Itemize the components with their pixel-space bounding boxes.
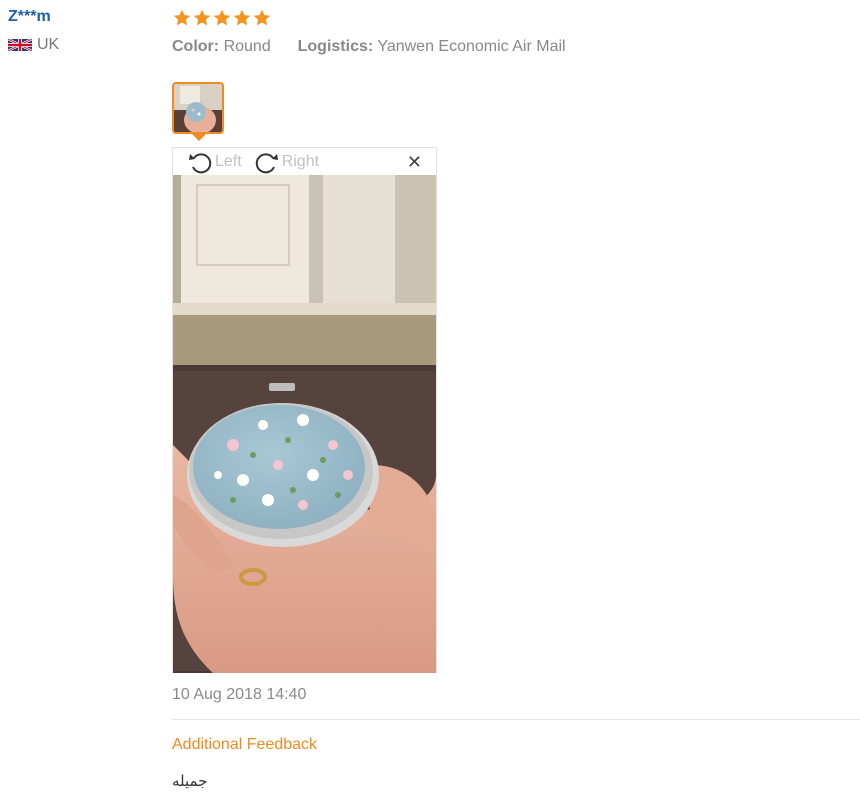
image-viewer: Left Right ✕ <box>172 147 437 673</box>
rotate-right-button[interactable]: Right <box>254 149 319 175</box>
country-name: UK <box>37 36 60 53</box>
rotate-left-label: Left <box>215 152 242 170</box>
star-icon <box>193 9 211 26</box>
rotate-right-icon <box>255 152 278 173</box>
thumbnail-pointer <box>192 134 206 141</box>
review-image-thumbnail[interactable] <box>172 82 224 134</box>
star-icon <box>173 9 191 26</box>
reviewer-country: UK <box>8 36 158 54</box>
rotate-left-button[interactable]: Left <box>187 149 242 175</box>
review-photo <box>173 175 436 673</box>
logistics-value: Yanwen Economic Air Mail <box>377 38 566 55</box>
reviewer-name[interactable]: Z***m <box>8 6 158 28</box>
color-value: Round <box>223 38 271 55</box>
rotate-right-label: Right <box>281 152 320 170</box>
thumbnail-image <box>174 84 222 132</box>
rotate-left-icon <box>189 152 212 173</box>
additional-feedback-title: Additional Feedback <box>172 736 317 753</box>
image-viewer-toolbar: Left Right ✕ <box>173 148 436 175</box>
logistics-label: Logistics: <box>297 38 374 55</box>
star-rating <box>172 8 272 28</box>
color-label: Color: <box>172 38 220 55</box>
star-icon <box>253 9 271 26</box>
review-attributes: Color: Round Logistics: Yanwen Economic … <box>172 38 566 56</box>
close-icon[interactable]: ✕ <box>407 152 422 172</box>
divider <box>172 719 860 720</box>
additional-feedback-text: جميله <box>172 773 208 790</box>
star-icon <box>213 9 231 26</box>
reviewer-info: Z***m UK <box>8 6 158 54</box>
uk-flag-icon <box>8 39 32 51</box>
star-icon <box>233 9 251 26</box>
review-date: 10 Aug 2018 14:40 <box>172 686 307 703</box>
